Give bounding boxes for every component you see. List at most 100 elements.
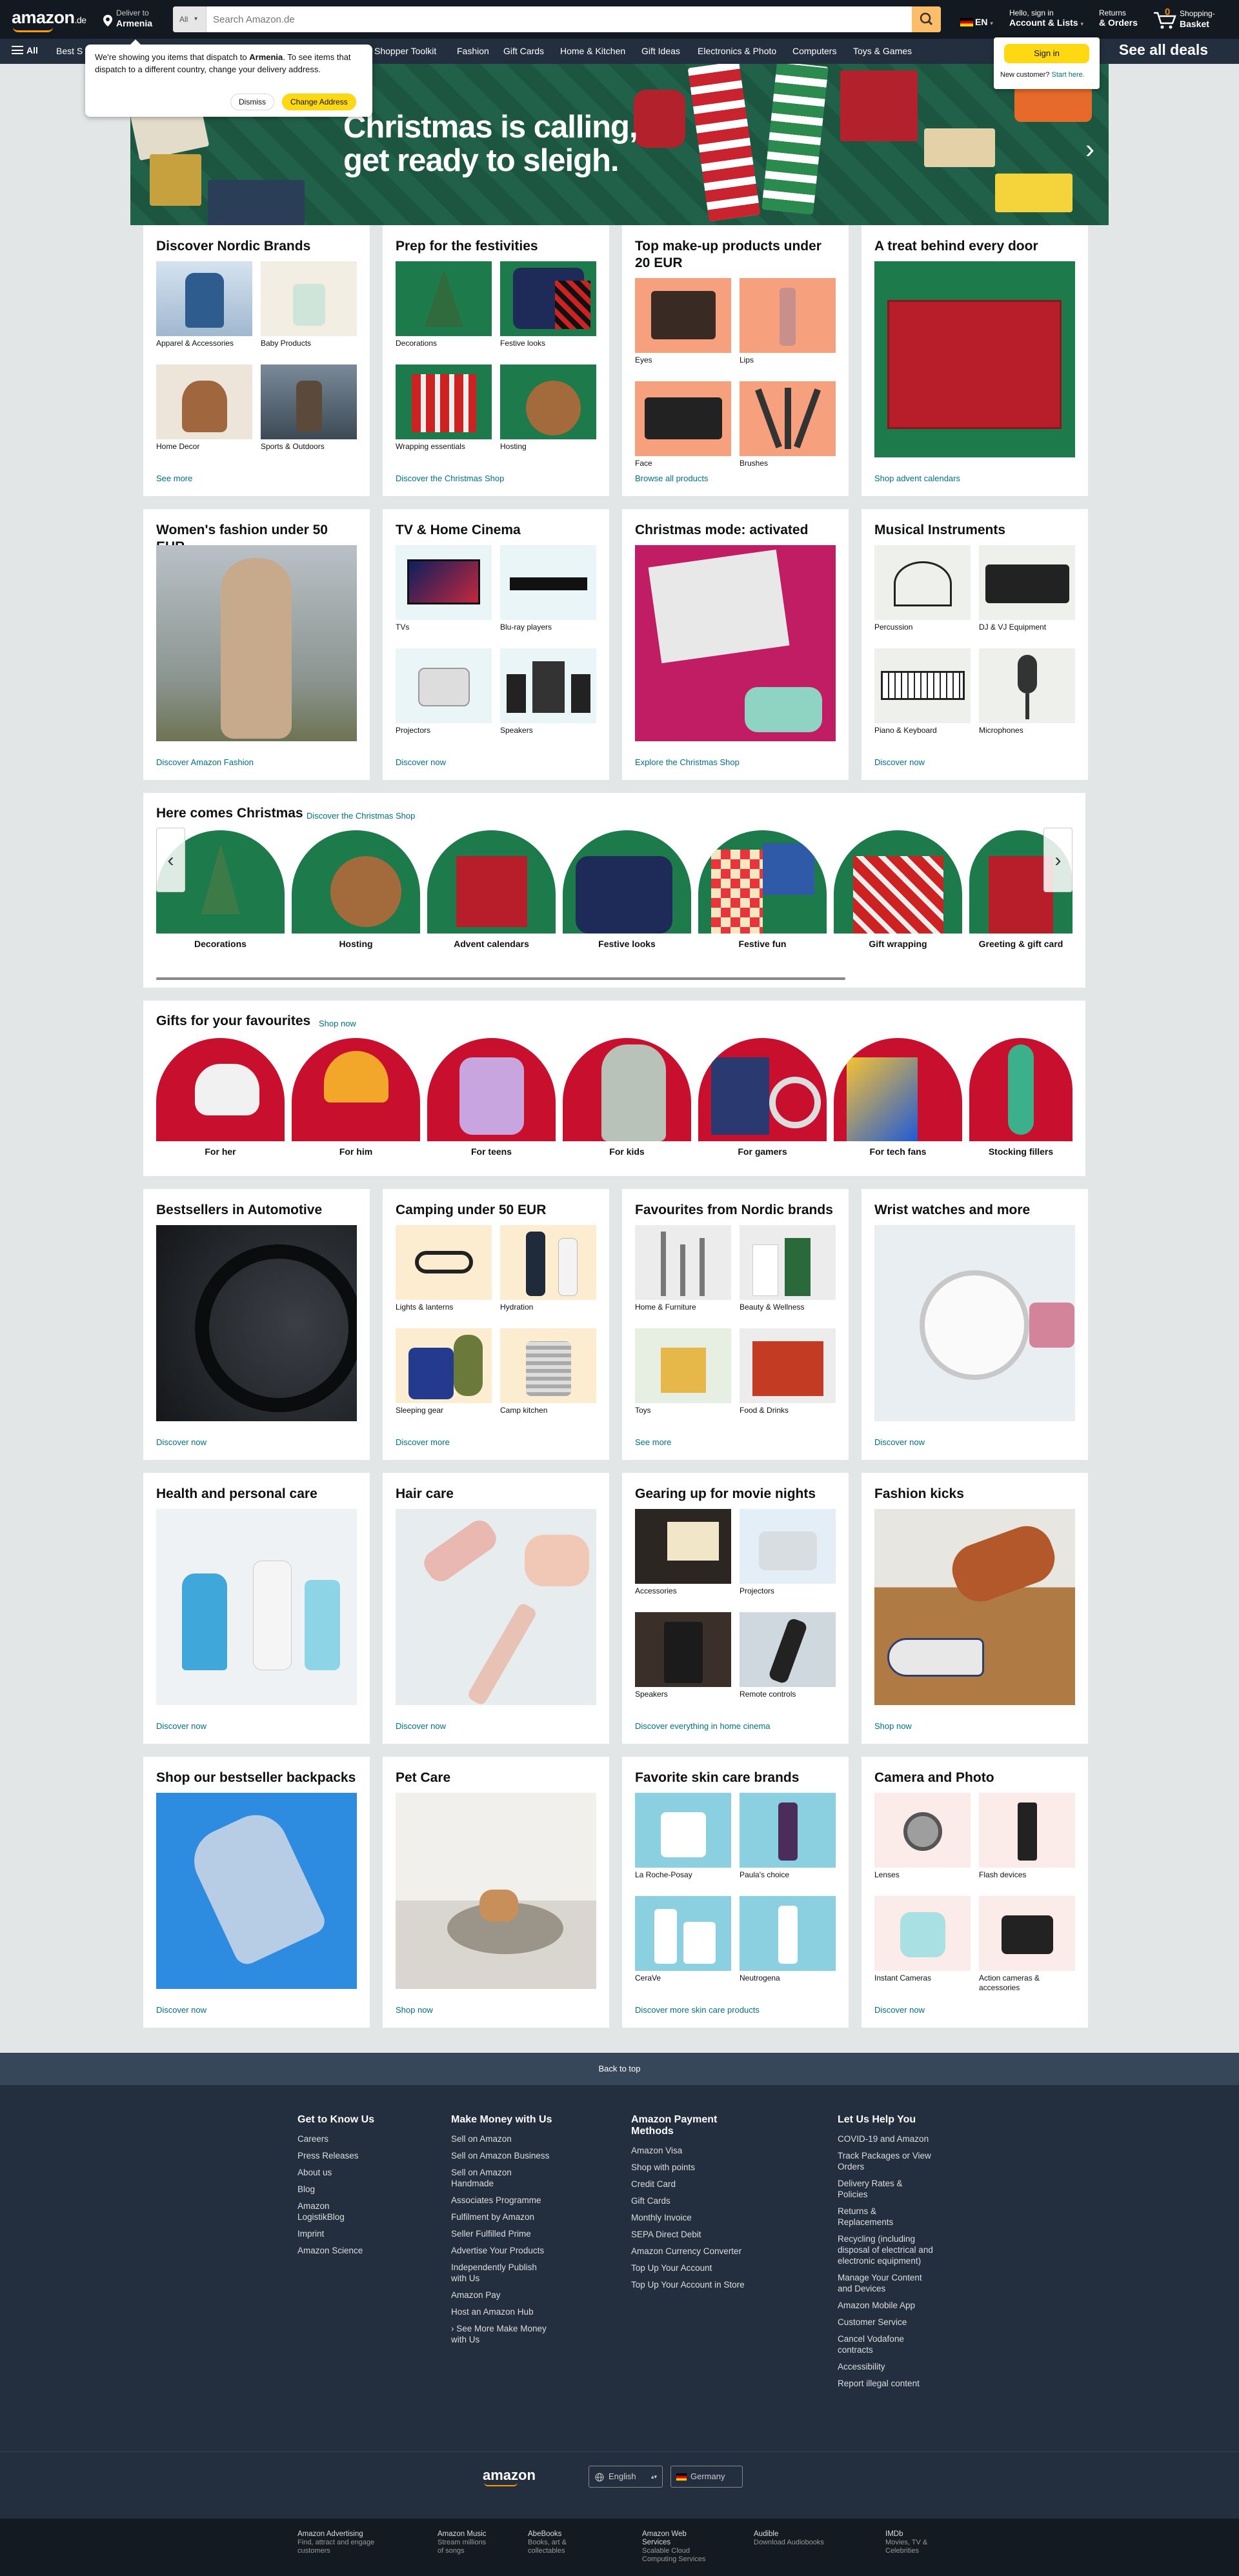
see-more-link[interactable]: See more bbox=[635, 1437, 671, 1447]
subnav-link-home-kitchen[interactable]: Home & Kitchen bbox=[560, 46, 625, 56]
carousel-prev-button[interactable]: ‹ bbox=[156, 828, 185, 892]
see-more-link[interactable]: See more bbox=[156, 474, 192, 483]
discover-now-link[interactable]: Discover now bbox=[156, 2005, 206, 2015]
quad-item[interactable]: Home & Furniture bbox=[635, 1225, 731, 1312]
quad-item[interactable]: Lights & lanterns bbox=[396, 1225, 492, 1312]
quad-item[interactable]: DJ & VJ Equipment bbox=[979, 545, 1075, 632]
quad-item[interactable]: Face bbox=[635, 381, 731, 468]
footer-link[interactable]: Report illegal content bbox=[838, 2378, 934, 2389]
quad-item[interactable]: Brushes bbox=[740, 381, 836, 468]
footer-link[interactable]: Sell on Amazon Handmade bbox=[451, 2167, 535, 2189]
see-all-deals-link[interactable]: See all deals bbox=[1119, 41, 1208, 59]
discover-christmas-shop-link[interactable]: Discover the Christmas Shop bbox=[307, 811, 415, 821]
quad-item[interactable]: Camp kitchen bbox=[500, 1328, 596, 1415]
quad-item[interactable]: Blu-ray players bbox=[500, 545, 596, 632]
hero-next-arrow[interactable]: › bbox=[1085, 134, 1094, 165]
footer-service-link[interactable]: Amazon Advertising Find, attract and enga… bbox=[297, 2530, 375, 2555]
footer-link[interactable]: Amazon LogistikBlog bbox=[297, 2201, 362, 2222]
quad-item[interactable]: Accessories bbox=[635, 1509, 731, 1596]
carousel-next-button[interactable]: › bbox=[1043, 828, 1073, 892]
footer-link[interactable]: Recycling (including disposal of electri… bbox=[838, 2233, 934, 2266]
carousel-item-hosting[interactable] bbox=[292, 830, 420, 934]
footer-link[interactable]: Top Up Your Account in Store bbox=[631, 2279, 760, 2290]
pet-care-image[interactable] bbox=[396, 1793, 596, 1989]
discover-now-link[interactable]: Discover now bbox=[874, 1437, 925, 1447]
hair-care-image[interactable] bbox=[396, 1509, 596, 1705]
gift-item-for-gamers[interactable] bbox=[698, 1038, 827, 1141]
back-to-top-button[interactable]: Back to top bbox=[0, 2053, 1239, 2085]
footer-link[interactable]: About us bbox=[297, 2167, 420, 2178]
subnav-link-gift-cards[interactable]: Gift Cards bbox=[503, 46, 544, 56]
footer-link[interactable]: Seller Fulfilled Prime bbox=[451, 2228, 561, 2239]
footer-link[interactable]: Cancel Vodafone contracts bbox=[838, 2333, 934, 2355]
discover-home-cinema-link[interactable]: Discover everything in home cinema bbox=[635, 1721, 771, 1731]
quad-item[interactable]: Lips bbox=[740, 278, 836, 365]
quad-item[interactable]: Sports & Outdoors bbox=[261, 364, 357, 452]
gift-item-for-teens[interactable] bbox=[427, 1038, 556, 1141]
quad-item[interactable]: Flash devices bbox=[979, 1793, 1075, 1880]
gift-item-for-kids[interactable] bbox=[563, 1038, 691, 1141]
discover-now-link[interactable]: Discover now bbox=[396, 757, 446, 767]
shop-now-link[interactable]: Shop now bbox=[396, 2005, 433, 2015]
footer-link[interactable]: Top Up Your Account bbox=[631, 2262, 760, 2273]
quad-item[interactable]: Projectors bbox=[396, 648, 492, 735]
quad-item[interactable]: Sleeping gear bbox=[396, 1328, 492, 1415]
quad-item[interactable]: Decorations bbox=[396, 261, 492, 348]
shop-now-link[interactable]: Shop now bbox=[874, 1721, 912, 1731]
quad-item[interactable]: Lenses bbox=[874, 1793, 971, 1880]
footer-link[interactable]: Delivery Rates & Policies bbox=[838, 2178, 934, 2200]
christmas-mode-image[interactable] bbox=[635, 545, 836, 741]
footer-service-link[interactable]: IMDb Movies, TV & Celebrities bbox=[885, 2530, 931, 2555]
footer-link[interactable]: Amazon Mobile App bbox=[838, 2300, 934, 2311]
quad-item[interactable]: CeraVe bbox=[635, 1896, 731, 1983]
watch-image[interactable] bbox=[874, 1225, 1075, 1421]
footer-amazon-logo[interactable]: amazon bbox=[483, 2467, 536, 2486]
amazon-logo[interactable]: amazon.de bbox=[12, 8, 86, 32]
discover-now-link[interactable]: Discover now bbox=[156, 1437, 206, 1447]
footer-link[interactable]: COVID-19 and Amazon bbox=[838, 2133, 934, 2144]
quad-item[interactable]: Eyes bbox=[635, 278, 731, 365]
fashion-image[interactable] bbox=[156, 545, 357, 741]
footer-link[interactable]: Press Releases bbox=[297, 2150, 420, 2161]
footer-link[interactable]: Track Packages or View Orders bbox=[838, 2150, 934, 2172]
fashion-kicks-image[interactable] bbox=[874, 1509, 1075, 1705]
footer-link[interactable]: Amazon Currency Converter bbox=[631, 2246, 760, 2257]
footer-link[interactable]: Imprint bbox=[297, 2228, 420, 2239]
footer-link[interactable]: Advertise Your Products bbox=[451, 2245, 561, 2256]
footer-link[interactable]: Blog bbox=[297, 2184, 420, 2195]
quad-item[interactable]: La Roche-Posay bbox=[635, 1793, 731, 1880]
quad-item[interactable]: Instant Cameras bbox=[874, 1896, 971, 1983]
start-here-link[interactable]: Start here. bbox=[1051, 71, 1084, 79]
footer-language-select[interactable]: English ▴▾ bbox=[589, 2466, 663, 2488]
quad-item[interactable]: Neutrogena bbox=[740, 1896, 836, 1983]
quad-item[interactable]: Projectors bbox=[740, 1509, 836, 1596]
account-lists-menu[interactable]: Hello, sign in Account & Lists ▾ bbox=[1009, 8, 1083, 28]
carousel-scrollbar[interactable] bbox=[156, 977, 845, 980]
advent-calendar-image[interactable] bbox=[874, 261, 1075, 457]
footer-service-link[interactable]: Amazon Music Stream millions of songs bbox=[438, 2530, 489, 2555]
quad-item[interactable]: Home Decor bbox=[156, 364, 252, 452]
footer-country-select[interactable]: Germany bbox=[670, 2466, 743, 2488]
sign-in-button[interactable]: Sign in bbox=[1004, 44, 1089, 63]
footer-service-link[interactable]: Amazon Web Services Scalable Cloud Comput… bbox=[642, 2530, 713, 2564]
footer-link[interactable]: Monthly Invoice bbox=[631, 2212, 760, 2223]
all-menu-button[interactable]: All bbox=[12, 45, 38, 55]
footer-link[interactable]: › See More Make Money with Us bbox=[451, 2323, 554, 2345]
health-image[interactable] bbox=[156, 1509, 357, 1705]
cart-button[interactable]: 0 Shopping- Basket bbox=[1153, 6, 1230, 32]
search-input[interactable] bbox=[213, 6, 897, 32]
carousel-item-festive-fun[interactable] bbox=[698, 830, 827, 934]
footer-service-link[interactable]: AbeBooks Books, art & collectables bbox=[528, 2530, 592, 2555]
gift-item-stocking-fillers[interactable] bbox=[969, 1038, 1073, 1141]
quad-item[interactable]: Food & Drinks bbox=[740, 1328, 836, 1415]
quad-item[interactable]: Microphones bbox=[979, 648, 1075, 735]
footer-link[interactable]: Associates Programme bbox=[451, 2195, 561, 2206]
footer-link[interactable]: Careers bbox=[297, 2133, 420, 2144]
quad-item[interactable]: Speakers bbox=[500, 648, 596, 735]
footer-link[interactable]: Gift Cards bbox=[631, 2195, 760, 2206]
footer-link[interactable]: Amazon Pay bbox=[451, 2290, 561, 2301]
backpack-image[interactable] bbox=[156, 1793, 357, 1989]
footer-link[interactable]: Credit Card bbox=[631, 2179, 760, 2190]
discover-now-link[interactable]: Discover now bbox=[396, 1721, 446, 1731]
gift-item-for-him[interactable] bbox=[292, 1038, 420, 1141]
